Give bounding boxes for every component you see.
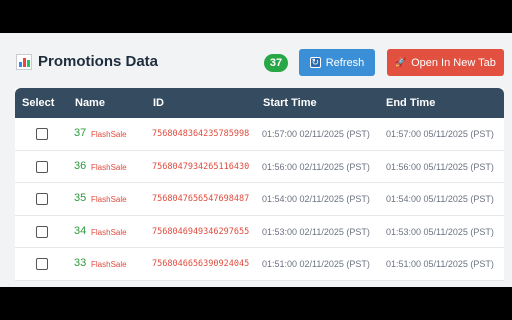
table-row[interactable]: 37 FlashSale 7568048364235785998 01:57:0… [15,118,504,151]
refresh-button[interactable]: ↻ Refresh [299,49,375,76]
rocket-icon: 🚀 [394,57,407,67]
row-checkbox[interactable] [36,160,48,173]
start-time: 01:57:00 02/11/2025 (PST) [262,129,370,139]
start-time: 01:54:00 02/11/2025 (PST) [262,194,370,204]
page-title: Promotions Data [38,53,159,70]
row-number: 37 [74,127,87,139]
row-number: 35 [74,192,87,204]
promotions-table: Select Name ID Start Time End Time 37 Fl… [15,88,504,281]
promotion-type: FlashSale [91,195,127,204]
row-checkbox[interactable] [36,128,48,140]
promotion-id: 7568047656547698487 [152,194,250,204]
start-time: 01:51:00 02/11/2025 (PST) [262,259,370,269]
start-time: 01:53:00 02/11/2025 (PST) [262,226,370,237]
row-checkbox[interactable] [36,225,48,238]
open-new-tab-button[interactable]: 🚀 Open In New Tab [387,49,504,76]
count-badge: 37 [264,54,288,72]
column-header-start-time: Start Time [263,97,317,109]
row-checkbox[interactable] [36,193,48,205]
row-number: 33 [74,257,87,269]
refresh-label: Refresh [325,56,365,69]
promotions-panel: Promotions Data 37 ↻ Refresh 🚀 Open In N… [0,33,512,287]
promotion-type: FlashSale [91,260,127,269]
title-group: Promotions Data [16,53,158,70]
row-number: 36 [74,159,87,172]
table-row[interactable]: 36 FlashSale 7568047934265116430 01:56:0… [15,150,504,183]
refresh-icon: ↻ [309,57,321,68]
promotion-id: 7568048364235785998 [152,129,250,139]
promotion-id: 7568046656390924045 [152,259,250,269]
end-time: 01:54:00 05/11/2025 (PST) [386,194,494,204]
header: Promotions Data 37 ↻ Refresh 🚀 Open In N… [16,45,504,81]
column-header-id: ID [153,97,164,109]
end-time: 01:57:00 05/11/2025 (PST) [386,129,494,139]
promotion-type: FlashSale [91,162,127,172]
promotion-type: FlashSale [91,130,127,139]
promotion-type: FlashSale [91,227,127,237]
column-header-select: Select [22,97,55,109]
table-header: Select Name ID Start Time End Time [15,88,504,118]
end-time: 01:53:00 05/11/2025 (PST) [386,226,494,237]
table-row[interactable]: 34 FlashSale 7568046949346297655 01:53:0… [15,215,504,248]
table-row[interactable]: 35 FlashSale 7568047656547698487 01:54:0… [15,183,504,216]
row-number: 34 [74,224,87,237]
bar-chart-icon [16,53,32,70]
promotion-id: 7568047934265116430 [152,161,250,172]
row-checkbox[interactable] [36,258,48,270]
table-row[interactable]: 33 FlashSale 7568046656390924045 01:51:0… [15,248,504,281]
end-time: 01:56:00 05/11/2025 (PST) [386,161,494,172]
column-header-end-time: End Time [386,97,436,109]
start-time: 01:56:00 02/11/2025 (PST) [262,161,370,172]
end-time: 01:51:00 05/11/2025 (PST) [386,259,494,269]
open-tab-label: Open In New Tab [411,56,496,69]
promotion-id: 7568046949346297655 [152,226,250,237]
column-header-name: Name [75,97,105,109]
